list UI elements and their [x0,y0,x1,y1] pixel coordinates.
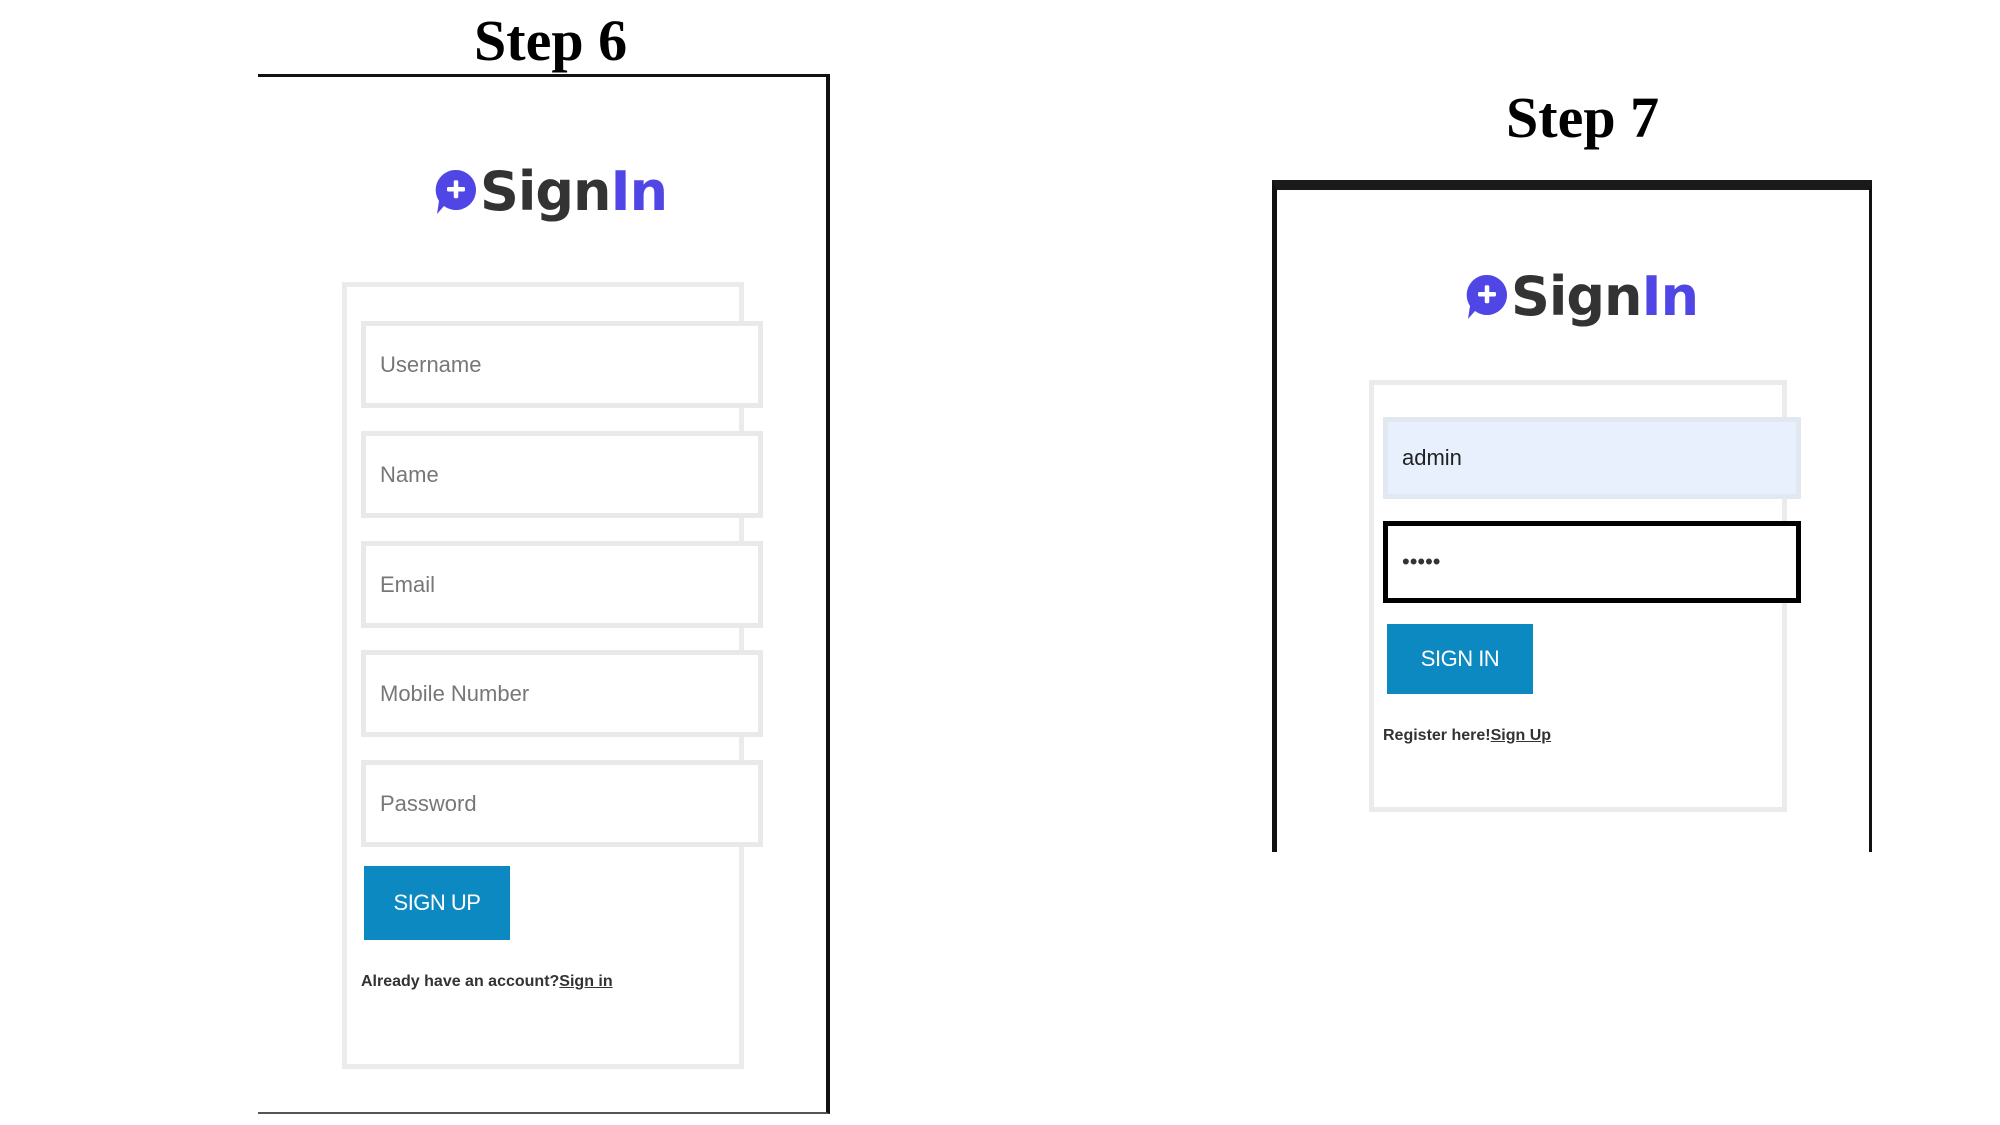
step6-title: Step 6 [474,8,628,73]
password-input[interactable] [361,760,763,847]
signin-prompt: Already have an account?Sign in [361,973,613,991]
register-prompt: Register here!Sign Up [1383,727,1551,745]
chat-bubble-plus-icon [435,169,476,214]
step6-signup-panel: SignIn SIGN UP Already have an account?S… [258,74,830,1114]
logo-wordmark: SignIn [480,160,668,223]
password-input[interactable] [1383,521,1801,603]
logo-wordmark: SignIn [1511,265,1699,328]
step7-logo: SignIn [1465,265,1699,328]
sign-up-link[interactable]: Sign Up [1491,727,1551,744]
name-input[interactable] [361,431,763,518]
sign-in-button[interactable]: SIGN IN [1387,624,1533,694]
email-input[interactable] [361,541,763,628]
step6-logo: SignIn [434,160,668,223]
mobile-number-input[interactable] [361,650,763,737]
step7-signin-panel: SignIn SIGN IN Register here!Sign Up [1272,180,1872,852]
register-prompt-text: Register here! [1383,727,1491,744]
username-input[interactable] [1383,417,1801,499]
step7-title: Step 7 [1506,85,1660,150]
sign-in-link[interactable]: Sign in [559,973,612,990]
signin-prompt-text: Already have an account? [361,973,560,990]
username-input[interactable] [361,321,763,408]
chat-bubble-plus-icon [1466,274,1507,319]
sign-up-button[interactable]: SIGN UP [364,866,510,940]
